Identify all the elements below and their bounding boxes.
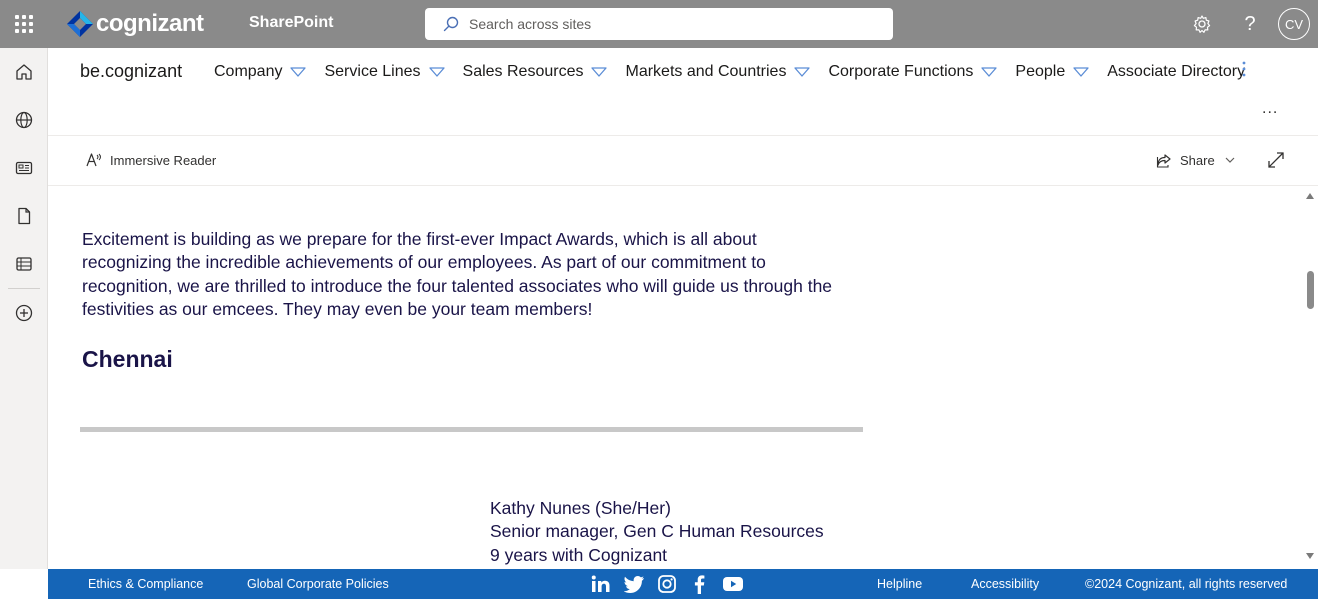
chevron-down-icon — [1073, 67, 1089, 77]
search-box[interactable] — [425, 8, 893, 40]
intro-line: festivities as our emcees. They may even… — [82, 298, 593, 319]
article-content: Excitement is building as we prepare for… — [48, 187, 1304, 569]
news-button[interactable] — [0, 144, 48, 192]
person-card: Kathy Nunes (She/Her) Senior manager, Ge… — [490, 497, 824, 567]
nav-item-label: Sales Resources — [462, 63, 584, 80]
command-bar: Immersive Reader Share — [48, 137, 1318, 186]
news-icon — [15, 161, 33, 175]
lists-button[interactable] — [0, 240, 48, 288]
chevron-down-icon — [290, 67, 307, 77]
avatar[interactable]: CV — [1278, 8, 1310, 40]
nav-item-label: Service Lines — [324, 63, 421, 80]
help-button[interactable]: ? — [1226, 0, 1274, 48]
nav-item-people[interactable]: People — [1015, 61, 1089, 83]
nav-item-label: Markets and Countries — [625, 63, 787, 80]
search-icon — [443, 16, 459, 32]
article-intro: Excitement is building as we prepare for… — [82, 228, 872, 321]
nav-item-label: People — [1015, 63, 1066, 80]
add-circle-icon — [15, 304, 33, 322]
question-mark-icon: ? — [1244, 12, 1256, 35]
cognizant-logo-icon — [67, 11, 93, 37]
create-button[interactable] — [0, 289, 48, 337]
intro-line: recognizing the incredible achievements … — [82, 252, 766, 273]
youtube-icon[interactable] — [716, 574, 749, 594]
footer-link-helpline[interactable]: Helpline — [877, 577, 922, 591]
app-launcher-button[interactable] — [0, 0, 48, 48]
linkedin-icon[interactable] — [584, 574, 617, 594]
twitter-icon[interactable] — [617, 574, 650, 594]
nav-item-label: Associate Directory — [1107, 63, 1246, 80]
chevron-down-icon — [794, 67, 811, 77]
section-divider — [80, 427, 863, 432]
nav-overflow-button[interactable] — [1241, 60, 1247, 83]
nav-item-markets-and-countries[interactable]: Markets and Countries — [625, 61, 811, 83]
share-label: Share — [1180, 152, 1215, 168]
site-name[interactable]: be.cognizant — [80, 61, 182, 82]
nav-item-corporate-functions[interactable]: Corporate Functions — [828, 61, 998, 83]
app-bar — [0, 48, 48, 569]
hub-nav-items: Company Service Lines Sales Resources Ma… — [214, 61, 1263, 83]
nav-item-sales-resources[interactable]: Sales Resources — [463, 61, 608, 83]
person-role: Senior manager, Gen C Human Resources — [490, 521, 824, 542]
nav-item-label: Company — [214, 63, 283, 80]
chevron-down-icon — [591, 67, 608, 77]
intro-line: Excitement is building as we prepare for… — [82, 229, 757, 249]
app-name[interactable]: SharePoint — [249, 14, 333, 32]
scrollbar-thumb[interactable] — [1307, 271, 1314, 309]
intro-line: recognition, we are thrilled to introduc… — [82, 275, 833, 296]
home-icon — [16, 64, 32, 80]
share-button[interactable]: Share — [1156, 152, 1235, 168]
scroll-up-arrow-icon[interactable] — [1306, 193, 1314, 199]
document-icon — [18, 207, 31, 225]
section-heading: Chennai — [82, 346, 173, 372]
immersive-reader-label: Immersive Reader — [110, 152, 217, 168]
copyright-text: ©2024 Cognizant, all rights reserved — [1085, 577, 1288, 591]
vertical-scrollbar[interactable] — [1304, 187, 1318, 569]
chevron-down-icon — [981, 67, 998, 77]
expand-icon — [1268, 152, 1284, 168]
globe-icon — [15, 111, 33, 129]
list-icon — [16, 257, 32, 271]
facebook-icon[interactable] — [683, 574, 716, 594]
immersive-reader-button[interactable]: Immersive Reader — [86, 152, 216, 168]
more-vertical-icon — [1242, 61, 1246, 77]
brand-logo[interactable]: cognizant — [66, 10, 204, 38]
nav-item-associate-directory[interactable]: Associate Directory — [1107, 61, 1245, 83]
gear-icon — [1193, 15, 1211, 33]
nav-item-service-lines[interactable]: Service Lines — [324, 61, 445, 83]
search-input[interactable] — [469, 16, 869, 32]
files-button[interactable] — [0, 192, 48, 240]
more-options-button[interactable]: ... — [1262, 100, 1278, 118]
home-button[interactable] — [0, 48, 48, 96]
person-name: Kathy Nunes (She/Her) — [490, 498, 671, 518]
nav-item-company[interactable]: Company — [214, 61, 307, 83]
suite-bar: cognizant SharePoint ? CV — [0, 0, 1318, 48]
person-tenure: 9 years with Cognizant — [490, 544, 668, 565]
chevron-down-icon — [1225, 157, 1235, 163]
waffle-icon — [15, 15, 33, 33]
instagram-icon[interactable] — [650, 574, 683, 594]
expand-button[interactable] — [1267, 151, 1285, 174]
chevron-down-icon — [428, 67, 445, 77]
suite-actions: ? CV — [1178, 0, 1318, 48]
scroll-down-arrow-icon[interactable] — [1306, 553, 1314, 559]
share-icon — [1156, 154, 1171, 168]
hub-navigation: be.cognizant Company Service Lines Sales… — [48, 48, 1318, 136]
footer-link-policies[interactable]: Global Corporate Policies — [247, 577, 389, 591]
social-links — [584, 574, 749, 594]
site-footer: Ethics & Compliance Global Corporate Pol… — [48, 569, 1318, 599]
footer-link-accessibility[interactable]: Accessibility — [971, 577, 1039, 591]
global-nav-button[interactable] — [0, 96, 48, 144]
nav-item-label: Corporate Functions — [828, 63, 974, 80]
brand-name: cognizant — [96, 10, 204, 37]
footer-link-ethics[interactable]: Ethics & Compliance — [88, 577, 203, 591]
immersive-reader-icon — [86, 153, 101, 167]
settings-button[interactable] — [1178, 0, 1226, 48]
